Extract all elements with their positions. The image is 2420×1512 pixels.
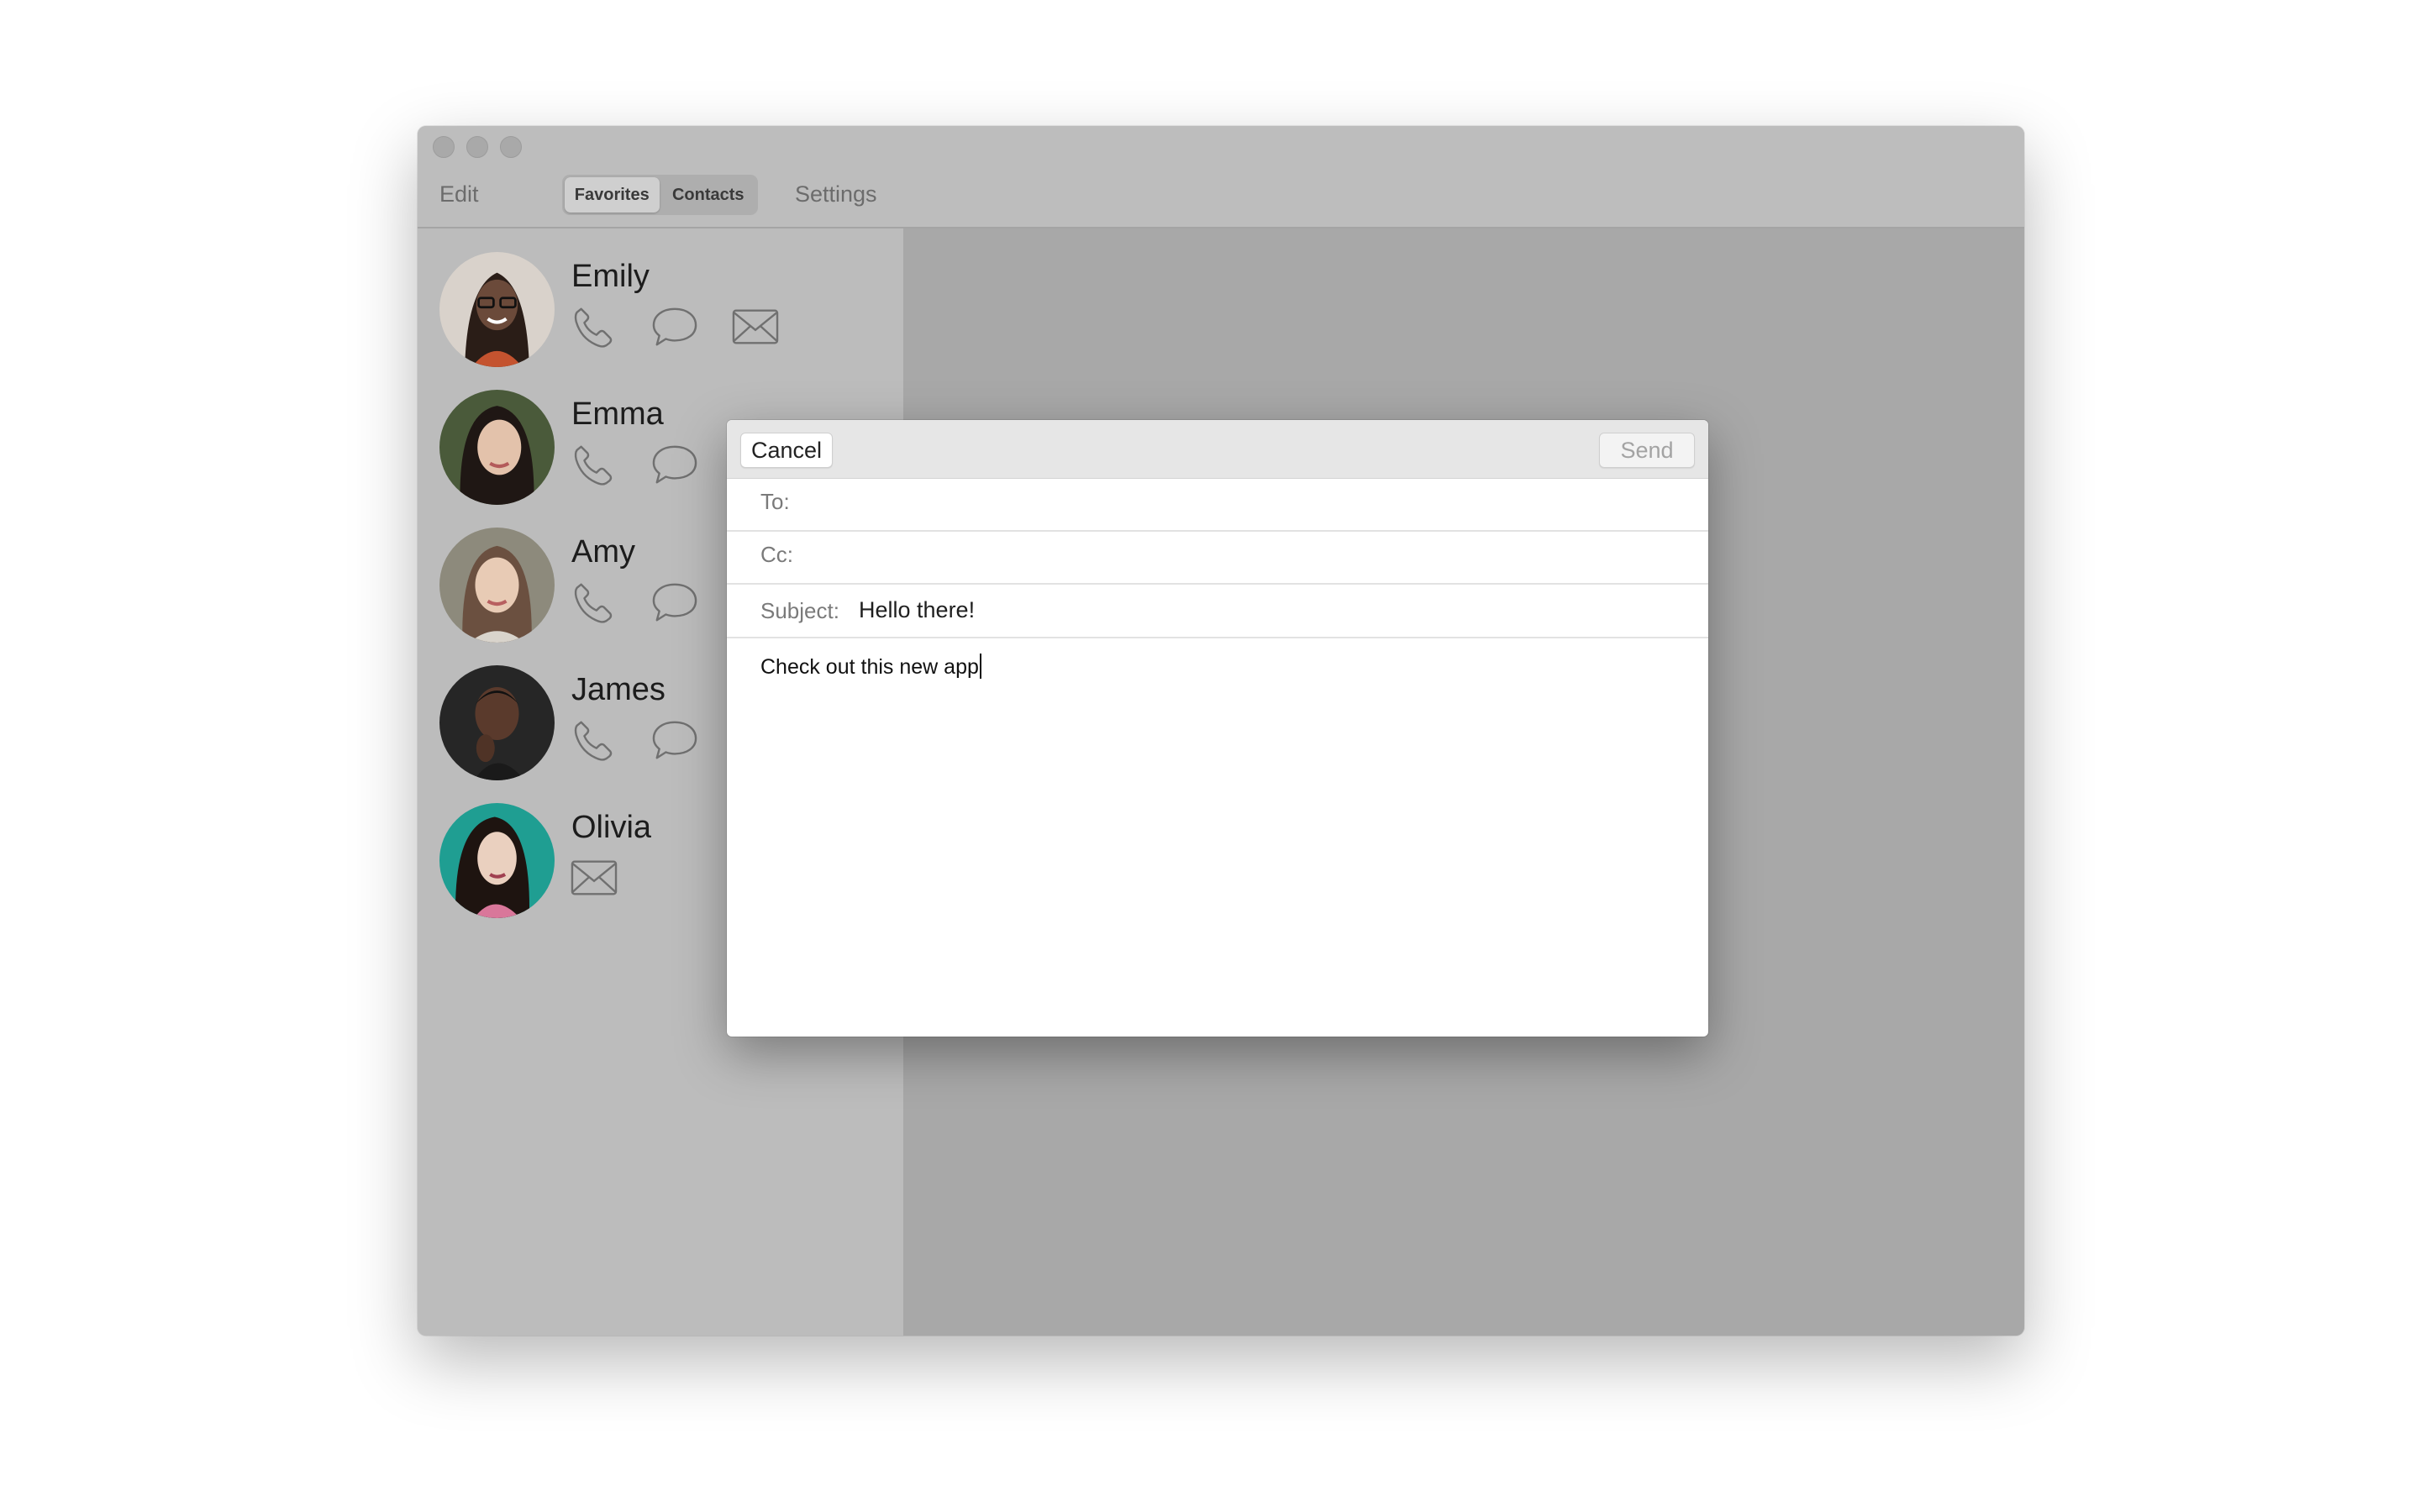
zoom-window-button[interactable] xyxy=(500,136,522,158)
contact-row-emily[interactable]: Emily xyxy=(439,252,893,370)
cc-field[interactable]: Cc: xyxy=(727,532,1708,585)
minimize-window-button[interactable] xyxy=(466,136,488,158)
avatar xyxy=(439,390,555,505)
view-segmented-control: Favorites Contacts xyxy=(562,175,758,215)
tab-favorites[interactable]: Favorites xyxy=(565,177,660,213)
send-button[interactable]: Send xyxy=(1599,433,1695,468)
phone-icon[interactable] xyxy=(570,717,618,763)
cancel-button[interactable]: Cancel xyxy=(740,433,834,468)
phone-icon[interactable] xyxy=(570,580,618,625)
contact-name: Amy xyxy=(571,534,635,570)
settings-button[interactable]: Settings xyxy=(795,181,877,207)
subject-input[interactable]: Hello there! xyxy=(859,597,975,623)
contact-name: Olivia xyxy=(571,810,652,845)
text-caret xyxy=(979,654,981,679)
message-icon[interactable] xyxy=(650,580,699,625)
window-toolbar: Edit Favorites Contacts Settings xyxy=(418,126,2024,228)
mail-icon[interactable] xyxy=(731,304,780,349)
phone-icon[interactable] xyxy=(570,304,618,349)
compose-mail-sheet: Cancel Send To: Cc: Subject: Hello there… xyxy=(727,420,1708,1037)
mail-icon[interactable] xyxy=(570,855,618,900)
contact-name: James xyxy=(571,672,666,707)
message-icon[interactable] xyxy=(650,304,699,349)
message-icon[interactable] xyxy=(650,442,699,487)
subject-label: Subject: xyxy=(760,598,839,623)
contact-name: Emily xyxy=(571,259,650,294)
message-icon[interactable] xyxy=(650,717,699,763)
to-label: To: xyxy=(760,489,790,514)
to-field[interactable]: To: xyxy=(727,479,1708,532)
contact-name: Emma xyxy=(571,396,664,432)
tab-contacts[interactable]: Contacts xyxy=(661,177,756,213)
close-window-button[interactable] xyxy=(433,136,455,158)
edit-button[interactable]: Edit xyxy=(439,181,479,207)
compose-toolbar: Cancel Send xyxy=(727,420,1708,479)
avatar xyxy=(439,252,555,367)
phone-icon[interactable] xyxy=(570,442,618,487)
avatar xyxy=(439,528,555,643)
message-body-text: Check out this new app xyxy=(760,655,979,679)
avatar xyxy=(439,665,555,780)
subject-field[interactable]: Subject: Hello there! xyxy=(727,585,1708,638)
message-body[interactable]: Check out this new app xyxy=(760,654,981,680)
avatar xyxy=(439,803,555,918)
cc-label: Cc: xyxy=(760,542,793,567)
